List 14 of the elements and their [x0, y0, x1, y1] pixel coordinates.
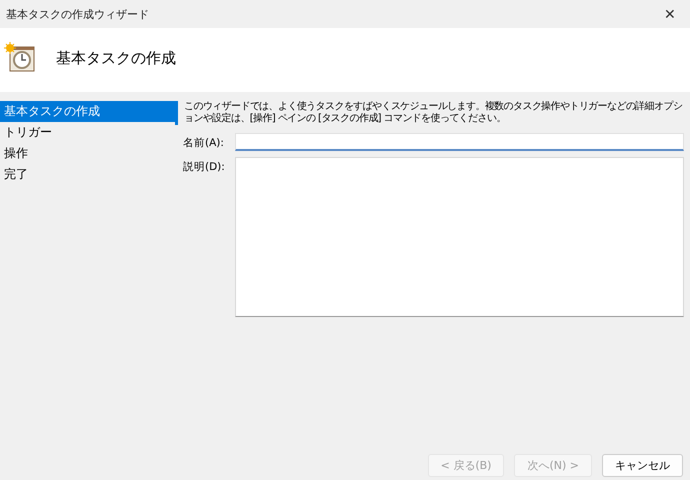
wizard-button[interactable]: キャンセル: [602, 454, 683, 477]
window-title: 基本タスクの作成ウィザード: [6, 6, 149, 22]
close-button[interactable]: ✕: [650, 0, 690, 28]
sidebar-item[interactable]: 操作: [0, 143, 175, 164]
sidebar-item[interactable]: トリガー: [0, 122, 175, 143]
sidebar-item[interactable]: 完了: [0, 164, 175, 185]
field-label: 名前(A):: [183, 136, 225, 150]
description-field[interactable]: [235, 157, 684, 317]
field-label: 説明(D):: [183, 160, 226, 174]
clock-icon: [4, 42, 36, 74]
intro-text: このウィザードでは、よく使うタスクをすばやくスケジュールします。複数のタスク操作やトリガーなどの詳細オプションや設定は、[操作] ペインの [タスクの作成] コマンドを使ってください。: [175, 101, 684, 125]
name-field[interactable]: [235, 133, 684, 151]
header-title: 基本タスクの作成: [56, 48, 176, 68]
sidebar-item[interactable]: 基本タスクの作成: [0, 101, 175, 122]
